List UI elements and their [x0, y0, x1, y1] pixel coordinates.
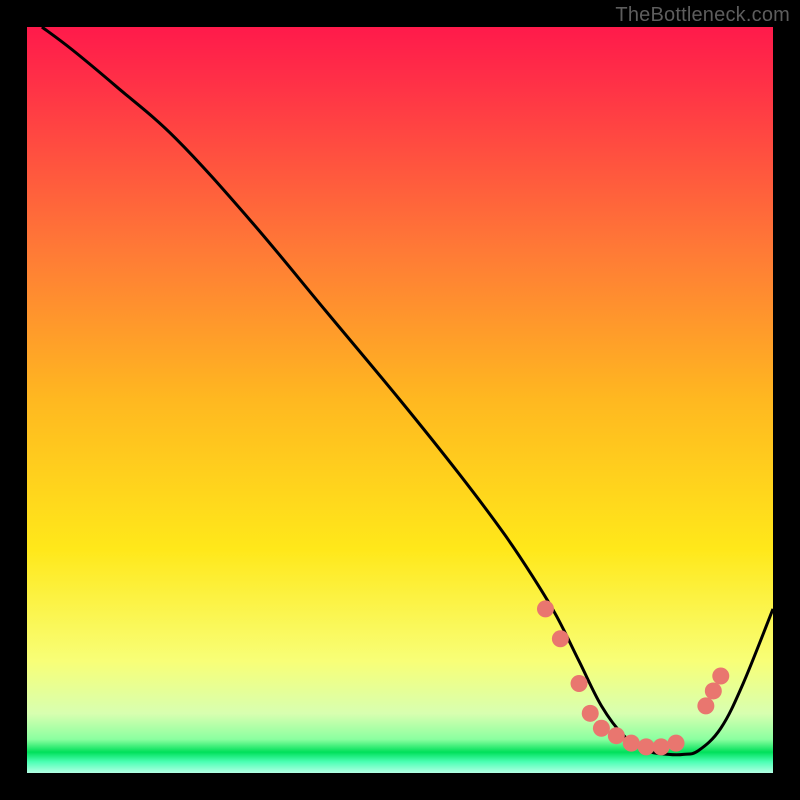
data-dot: [668, 735, 685, 752]
data-dot: [608, 727, 625, 744]
data-dot: [705, 682, 722, 699]
data-dot: [552, 630, 569, 647]
chart-frame: TheBottleneck.com: [0, 0, 800, 800]
plot-area: [27, 27, 773, 773]
data-dot: [571, 675, 588, 692]
data-dot: [697, 697, 714, 714]
data-dot: [593, 720, 610, 737]
data-dot: [653, 738, 670, 755]
data-dot: [712, 668, 729, 685]
attribution-label: TheBottleneck.com: [615, 4, 790, 27]
data-dot: [537, 600, 554, 617]
data-dot: [582, 705, 599, 722]
data-dot: [638, 738, 655, 755]
data-dot: [623, 735, 640, 752]
chart-svg: [27, 27, 773, 773]
